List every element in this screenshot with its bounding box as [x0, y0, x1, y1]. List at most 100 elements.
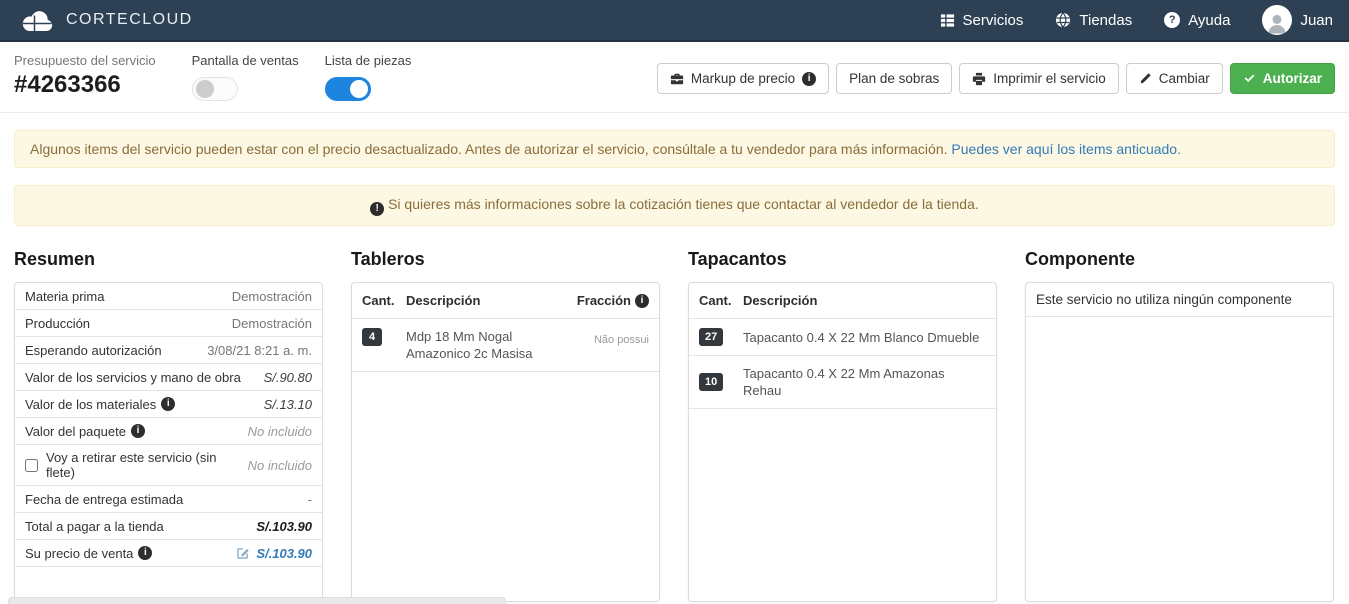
table-row: 4 Mdp 18 Mm Nogal Amazonico 2c Masisa Nã…	[352, 319, 659, 372]
pencil-icon	[1139, 72, 1152, 85]
nav-item-servicios[interactable]: Servicios	[940, 11, 1024, 29]
row-value: S/.103.90	[256, 545, 312, 561]
main-content: Algunos items del servicio pueden estar …	[0, 113, 1349, 602]
tableros-title: Tableros	[351, 249, 425, 269]
button-label: Autorizar	[1262, 71, 1322, 86]
nav-item-user[interactable]: Juan	[1262, 5, 1333, 35]
tableros-card: Cant. Descripción Fracción i 4 Mdp 18 Mm…	[351, 282, 660, 602]
contact-vendor-alert: ! Si quieres más informaciones sobre la …	[14, 185, 1335, 226]
info-icon[interactable]: i	[635, 293, 649, 308]
table-row: 27 Tapacanto 0.4 X 22 Mm Blanco Dmueble	[689, 319, 996, 356]
nav-label: Tiendas	[1079, 11, 1133, 29]
pickup-service-checkbox[interactable]	[25, 458, 38, 472]
resumen-card: Materia prima Demostración Producción De…	[14, 282, 323, 602]
table-row: Total a pagar a la tienda S/.103.90	[15, 513, 322, 540]
table-row: Materia prima Demostración	[15, 283, 322, 310]
below-fold-panel-edge	[8, 597, 506, 604]
table-row: 10 Tapacanto 0.4 X 22 Mm Amazonas Rehau	[689, 356, 996, 409]
table-row: Producción Demostración	[15, 310, 322, 337]
table-row: Fecha de entrega estimada -	[15, 486, 322, 513]
resumen-section: Resumen Materia prima Demostración Produ…	[14, 243, 323, 602]
nav-label: Servicios	[962, 11, 1024, 29]
edit-icon[interactable]	[236, 546, 250, 560]
row-value: S/.103.90	[256, 518, 312, 534]
nav-item-tiendas[interactable]: Tiendas	[1055, 12, 1132, 29]
componente-section: Componente Este servicio no utiliza ning…	[1025, 243, 1334, 602]
fraction-header: Fracción	[576, 293, 631, 308]
info-icon[interactable]: i	[161, 397, 176, 411]
button-label: Cambiar	[1158, 71, 1210, 86]
printer-icon	[972, 72, 986, 86]
list-icon	[940, 13, 955, 28]
button-label: Imprimir el servicio	[993, 71, 1106, 86]
cloud-logo-icon	[20, 8, 56, 33]
board-description: Mdp 18 Mm Nogal Amazonico 2c Masisa	[406, 329, 533, 361]
nav-item-ayuda[interactable]: ? Ayuda	[1164, 12, 1230, 29]
edgeband-description: Tapacanto 0.4 X 22 Mm Blanco Dmueble	[743, 329, 980, 345]
print-service-button[interactable]: Imprimir el servicio	[959, 63, 1119, 94]
navbar-menu: Servicios Tiendas ? Ayuda Juan	[940, 5, 1333, 35]
brand-name: CORTECLOUD	[66, 11, 193, 28]
table-header-row: Cant. Descripción	[689, 283, 996, 319]
summary-columns: Resumen Materia prima Demostración Produ…	[14, 243, 1335, 602]
row-value: S/.90.80	[263, 369, 312, 385]
change-button[interactable]: Cambiar	[1125, 63, 1223, 94]
fraction-value: Não possui	[593, 334, 649, 346]
globe-icon	[1055, 12, 1071, 28]
row-label: Materia prima	[25, 288, 105, 304]
top-navbar: CORTECLOUD Servicios Tiendas ? Ayuda Jua…	[0, 0, 1349, 42]
check-icon	[1243, 72, 1256, 85]
pieces-list-toggle[interactable]	[324, 77, 371, 101]
row-label: Fecha de entrega estimada	[25, 491, 184, 507]
tapacantos-title: Tapacantos	[688, 249, 787, 269]
brand-logo[interactable]: CORTECLOUD	[20, 8, 193, 33]
row-value: 3/08/21 8:21 a. m.	[207, 342, 312, 358]
table-row: Valor del paquete i No incluido	[15, 418, 322, 445]
table-row: Valor de los servicios y mano de obra S/…	[15, 364, 322, 391]
header-actions: Markup de precio i Plan de sobras Imprim…	[656, 53, 1335, 94]
markup-price-button[interactable]: Markup de precio i	[656, 63, 830, 94]
info-icon[interactable]: i	[138, 546, 153, 560]
table-row: Valor de los materiales i S/.13.10	[15, 391, 322, 418]
tapacantos-card: Cant. Descripción 27 Tapacanto 0.4 X 22 …	[688, 282, 997, 602]
pieces-list-toggle-label: Lista de piezas	[324, 53, 412, 68]
edgeband-description: Tapacanto 0.4 X 22 Mm Amazonas Rehau	[743, 366, 945, 398]
sales-screen-toggle[interactable]	[191, 77, 238, 101]
table-row: Esperando autorización 3/08/21 8:21 a. m…	[15, 337, 322, 364]
row-value: No incluido	[247, 457, 312, 473]
row-value: No incluido	[247, 423, 312, 439]
row-label: Total a pagar a la tienda	[25, 518, 164, 534]
row-label: Valor de los servicios y mano de obra	[25, 369, 241, 385]
row-value: Demostración	[231, 288, 312, 304]
toggle-knob	[195, 80, 214, 98]
table-header-row: Cant. Descripción Fracción i	[352, 283, 659, 319]
user-avatar	[1262, 5, 1293, 35]
outdated-price-alert: Algunos items del servicio pueden estar …	[14, 130, 1335, 168]
question-icon: ?	[1164, 12, 1181, 28]
pieces-list-toggle-group: Lista de piezas	[324, 53, 412, 101]
info-icon[interactable]: i	[130, 424, 145, 438]
outdated-items-link[interactable]: Puedes ver aquí los items anticuado.	[951, 141, 1181, 157]
row-label: Producción	[25, 315, 91, 331]
row-value: S/.13.10	[263, 396, 312, 412]
quantity-badge: 4	[362, 328, 382, 346]
row-label: Valor del paquete	[25, 423, 126, 439]
budget-number: #4263366	[14, 71, 121, 98]
row-value: -	[307, 491, 312, 507]
componente-card: Este servicio no utiliza ningún componen…	[1025, 282, 1334, 602]
tapacantos-section: Tapacantos Cant. Descripción 27 Tapacant…	[688, 243, 997, 602]
resumen-title: Resumen	[14, 249, 96, 269]
qty-header: Cant.	[362, 293, 395, 308]
tableros-section: Tableros Cant. Descripción Fracción i 4 …	[351, 243, 660, 602]
table-row: Su precio de venta i S/.103.90	[15, 540, 322, 567]
row-value: Demostración	[231, 315, 312, 331]
info-icon: i	[802, 71, 817, 86]
leftover-plan-button[interactable]: Plan de sobras	[836, 63, 953, 94]
sales-screen-toggle-label: Pantalla de ventas	[191, 53, 299, 68]
alert-text: Algunos items del servicio pueden estar …	[30, 141, 948, 157]
authorize-button[interactable]: Autorizar	[1229, 63, 1335, 94]
alert-text: Si quieres más informaciones sobre la co…	[388, 196, 979, 212]
button-label: Markup de precio	[690, 71, 796, 86]
budget-label: Presupuesto del servicio	[14, 53, 156, 68]
desc-header: Descripción	[743, 293, 818, 308]
